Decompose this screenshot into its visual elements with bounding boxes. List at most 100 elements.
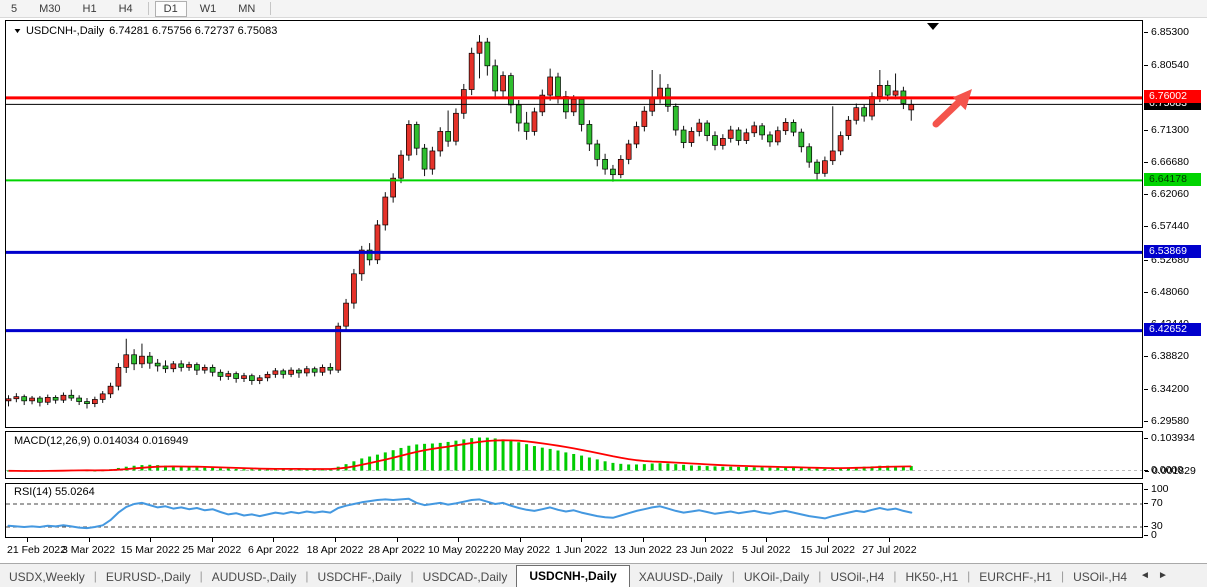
macd-histogram-bar [431, 444, 434, 471]
candle-body [328, 367, 333, 370]
candle-body [532, 112, 537, 132]
timeframe-button-d1[interactable]: D1 [155, 1, 187, 17]
candle-body [634, 127, 639, 144]
macd-histogram-bar [392, 450, 395, 470]
macd-histogram-bar [541, 448, 544, 471]
candle-body [194, 365, 199, 371]
candle-body [124, 355, 129, 368]
chart-tab-usdcad-daily[interactable]: USDCAD-,Daily [414, 567, 517, 587]
candle-body [22, 397, 27, 401]
candle-body [681, 130, 686, 143]
macd-histogram-bar [509, 441, 512, 471]
price-chart-canvas[interactable] [6, 21, 1142, 427]
timeframe-button-h4[interactable]: H4 [110, 1, 142, 17]
candle-body [775, 131, 780, 142]
chart-tab-usoil-h4[interactable]: USOil-,H4 [821, 567, 893, 587]
candle-body [210, 367, 215, 372]
price-tick-label: 6.80540 [1144, 59, 1189, 72]
macd-histogram-bar [243, 469, 246, 470]
candle-body [336, 326, 341, 370]
time-tick [705, 538, 706, 542]
price-chart-pane[interactable]: ▼ USDCNH-,Daily 6.74281 6.75756 6.72737 … [5, 20, 1143, 428]
macd-scale-min: 0.001829 [1145, 465, 1196, 478]
macd-histogram-bar [557, 450, 560, 470]
candle-body [304, 369, 309, 373]
timeframe-button-m30[interactable]: M30 [30, 1, 69, 17]
chart-shift-icon[interactable] [927, 23, 939, 30]
chart-tab-eurchf-h1[interactable]: EURCHF-,H1 [970, 567, 1061, 587]
macd-histogram-bar [721, 467, 724, 471]
candle-body [218, 372, 223, 376]
candle-body [815, 162, 820, 173]
chart-tab-eurusd-daily[interactable]: EURUSD-,Daily [97, 567, 200, 587]
macd-histogram-bar [674, 464, 677, 470]
macd-histogram-bar [219, 468, 222, 470]
macd-scale-max: 0.103934 [1144, 432, 1195, 445]
macd-histogram-bar [423, 444, 426, 471]
candle-body [830, 151, 835, 161]
macd-scale[interactable]: 0.1039340.00000.001829 [1144, 431, 1207, 479]
time-label: 15 Mar 2022 [121, 544, 180, 556]
macd-indicator-pane[interactable]: MACD(12,26,9) 0.014034 0.016949 [5, 431, 1143, 479]
candle-body [132, 355, 137, 364]
candle-body [618, 159, 623, 174]
macd-histogram-bar [407, 446, 410, 471]
time-label: 23 Jun 2022 [676, 544, 734, 556]
macd-histogram-bar [195, 467, 198, 470]
candle-body [524, 123, 529, 131]
candle-body [139, 356, 144, 364]
candle-body [548, 77, 553, 95]
candle-body [242, 376, 247, 379]
candle-body [14, 397, 19, 399]
time-tick [212, 538, 213, 542]
chart-tab-usdchf-daily[interactable]: USDCHF-,Daily [309, 567, 411, 587]
chart-tab-xauusd-daily[interactable]: XAUUSD-,Daily [630, 567, 732, 587]
candle-body [187, 365, 192, 368]
macd-histogram-bar [800, 468, 803, 471]
price-scale[interactable]: 6.853006.805406.713006.666806.620606.574… [1144, 20, 1207, 428]
macd-histogram-bar [486, 438, 489, 471]
trend-arrow-drawing[interactable] [936, 89, 972, 124]
rsi-canvas[interactable] [6, 484, 1142, 537]
candle-body [610, 169, 615, 175]
rsi-indicator-pane[interactable]: RSI(14) 55.0264 [5, 483, 1143, 538]
timeframe-button-mn[interactable]: MN [229, 1, 264, 17]
candle-body [752, 126, 757, 133]
chart-tab-audusd-daily[interactable]: AUDUSD-,Daily [203, 567, 306, 587]
mt4-window: 5M30 H1H4 D1W1MN ▼ USDCNH-,Daily 6.74281 6… [0, 0, 1207, 587]
timeframe-button-h1[interactable]: H1 [74, 1, 106, 17]
macd-histogram-bar [753, 467, 756, 470]
chart-tab-usoil-h4[interactable]: USOil-,H4 [1064, 567, 1136, 587]
candle-body [822, 161, 827, 174]
candle-body [689, 131, 694, 142]
timeframe-button-w1[interactable]: W1 [191, 1, 226, 17]
tab-scroll-left-icon[interactable]: ◄ [1140, 570, 1150, 581]
tab-scroll-right-icon[interactable]: ► [1158, 570, 1168, 581]
macd-histogram-bar [525, 444, 528, 470]
candle-body [728, 130, 733, 138]
candle-body [595, 144, 600, 159]
candle-body [501, 76, 506, 91]
time-label: 6 Apr 2022 [248, 544, 299, 556]
chart-tab-ukoil-daily[interactable]: UKOil-,Daily [735, 567, 818, 587]
timeframe-button-5[interactable]: 5 [2, 1, 26, 17]
candle-body [375, 225, 380, 260]
chart-tab-usdx-weekly[interactable]: USDX,Weekly [0, 567, 94, 587]
chart-tab-hk50-h1[interactable]: HK50-,H1 [896, 567, 967, 587]
time-label: 15 Jul 2022 [801, 544, 855, 556]
macd-histogram-bar [211, 468, 214, 471]
symbol-dropdown-icon[interactable]: ▼ [13, 28, 23, 35]
chart-tab-usdcnh-daily[interactable]: USDCNH-,Daily [516, 565, 629, 587]
candle-body [92, 399, 97, 403]
candle-body [383, 197, 388, 225]
candle-body [697, 123, 702, 131]
candle-body [854, 108, 859, 121]
candle-body [508, 76, 513, 105]
macd-histogram-bar [808, 468, 811, 470]
rsi-scale[interactable]: 10070300 [1144, 483, 1207, 538]
macd-histogram-bar [768, 468, 771, 471]
macd-histogram-bar [611, 463, 614, 471]
macd-histogram-bar [250, 469, 253, 470]
time-axis[interactable]: 21 Feb 20223 Mar 202215 Mar 202225 Mar 2… [5, 538, 1143, 562]
time-tick [643, 538, 644, 542]
